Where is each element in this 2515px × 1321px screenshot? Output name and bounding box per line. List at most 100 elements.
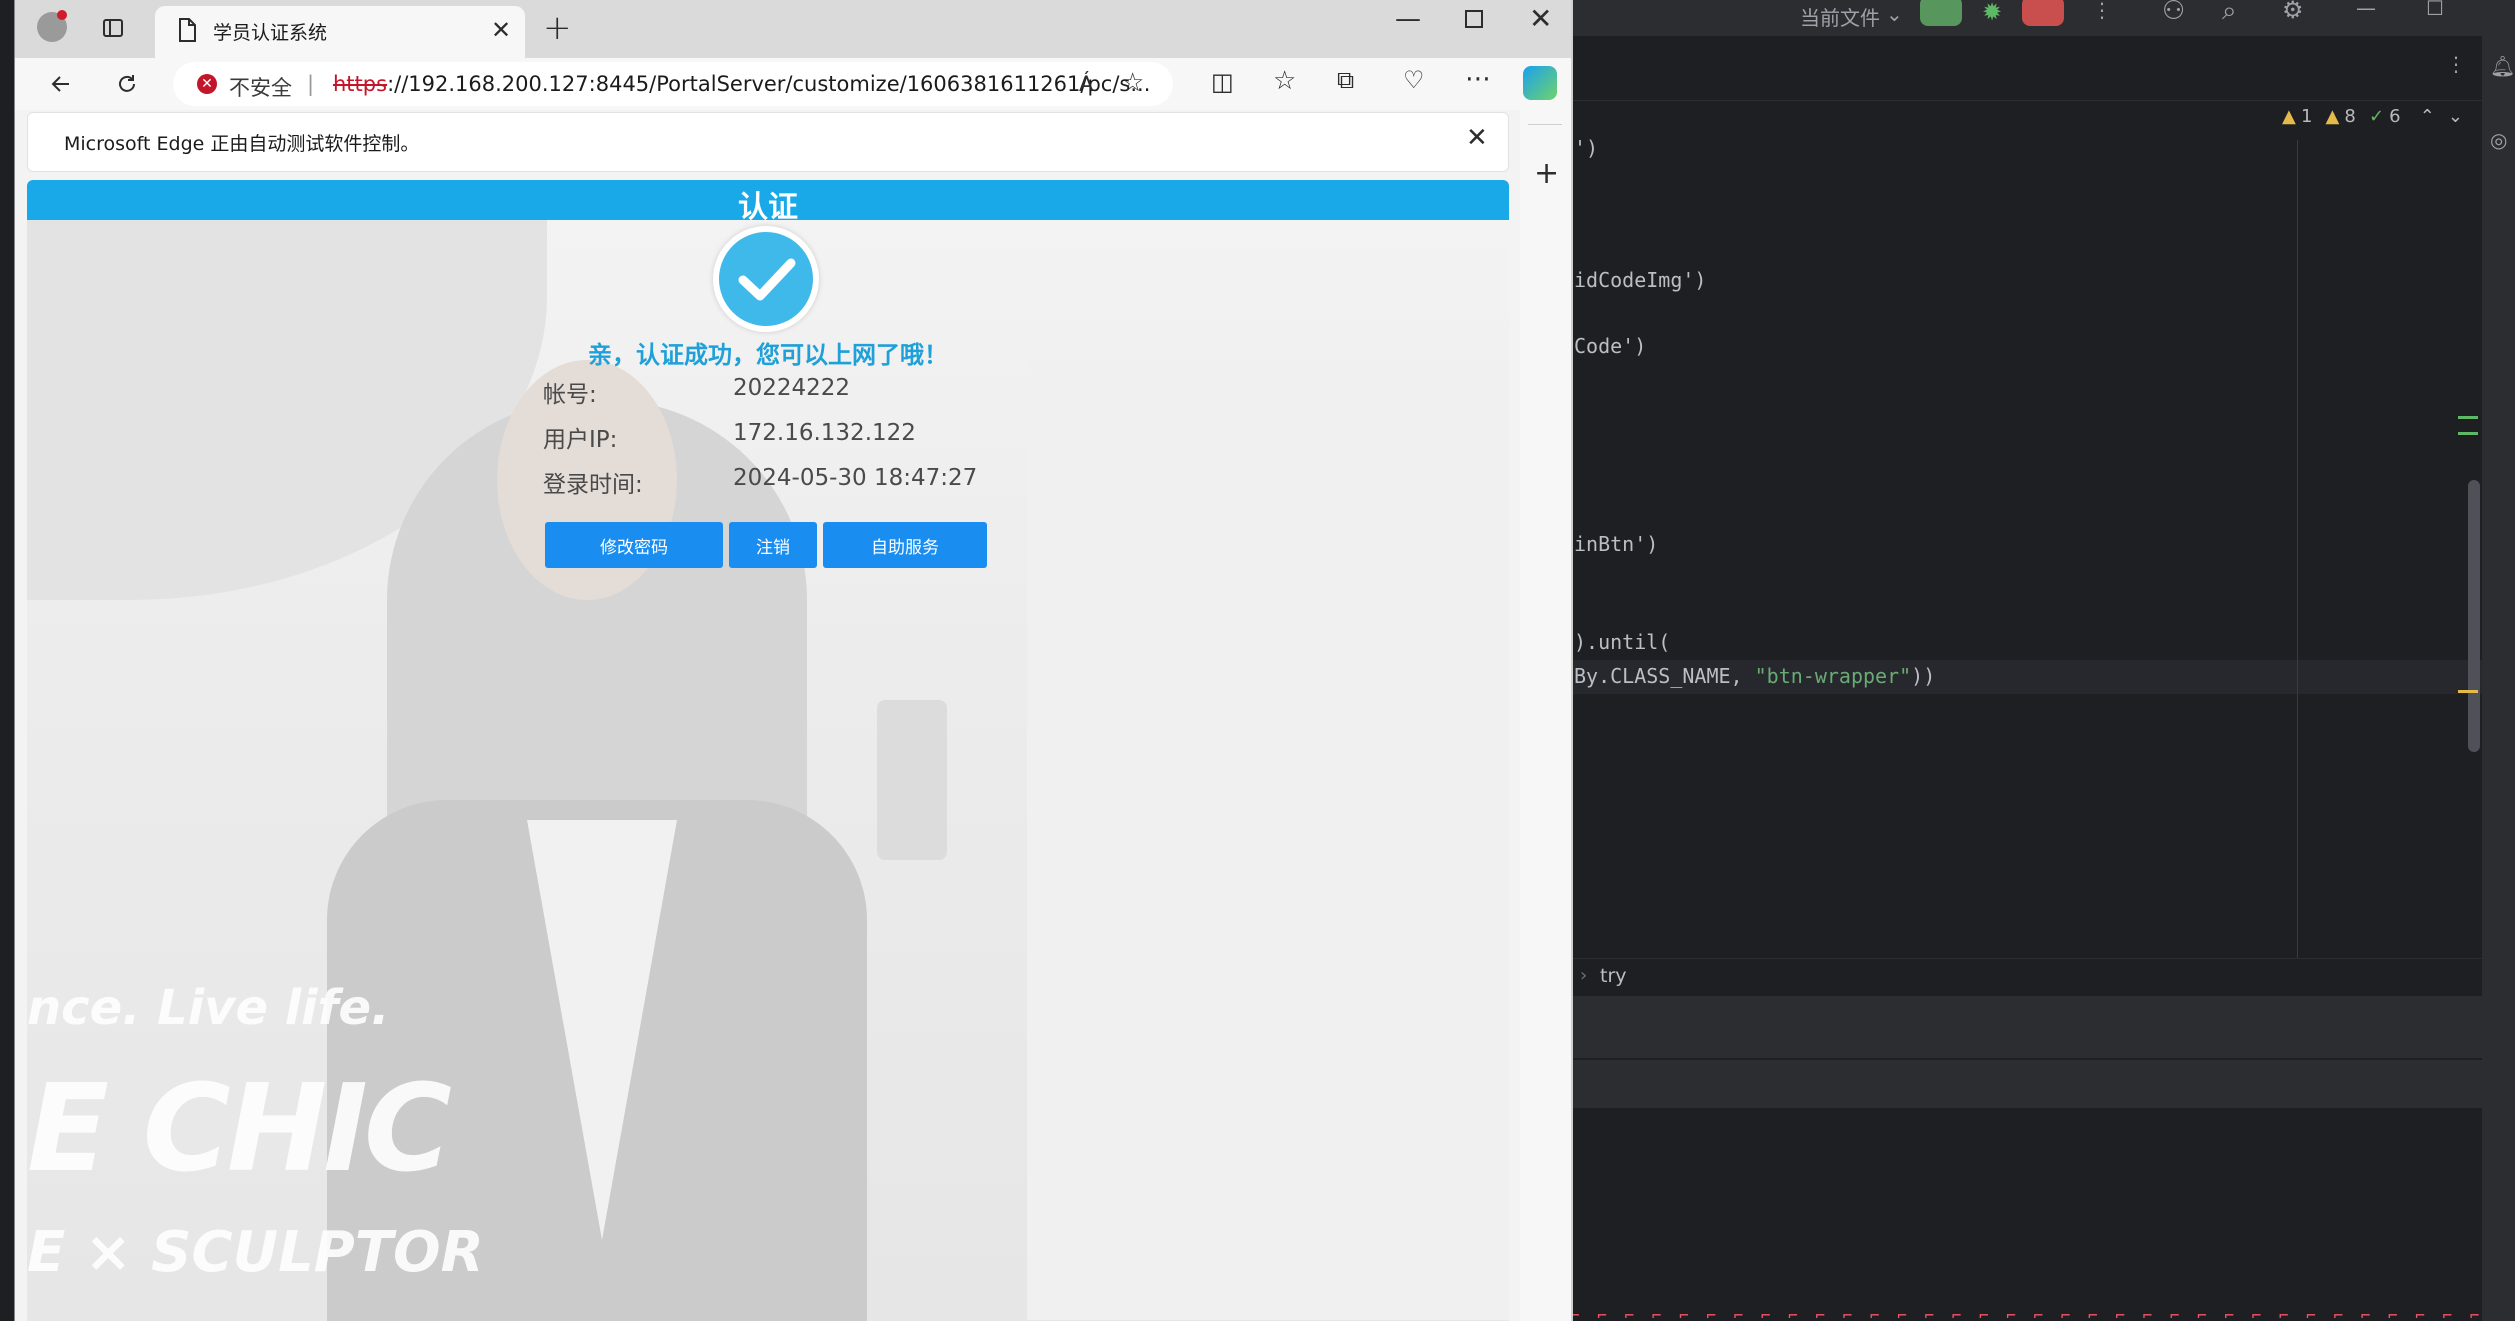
warning-icon: ▲ — [2282, 106, 2296, 127]
user-ip-label: 用户IP: — [543, 427, 618, 453]
editor-more-icon[interactable]: ⋮ — [2446, 52, 2466, 76]
success-badge — [713, 226, 819, 332]
change-marker — [2458, 432, 2478, 435]
stop-button[interactable] — [2022, 0, 2064, 26]
ide-tool-panel — [1570, 1060, 2482, 1108]
ide-window: 当前文件 ⌄ ✹ ⋮ ⚇ ⌕ ⚙ — ☐ ⋮ 🔔︎ ◎ ▲ 1 ▲ 8 ✓ 6 … — [1570, 0, 2515, 1321]
login-time-label: 登录时间: — [543, 472, 643, 498]
edge-sidebar: + — [1520, 110, 1571, 1321]
ide-right-toolstrip: 🔔︎ ◎ — [2482, 36, 2515, 1321]
copilot-icon[interactable] — [1523, 66, 1557, 100]
breadcrumb-bar: › try — [1570, 958, 2482, 995]
bg-watermark-text: nce. Live life. — [27, 980, 390, 1036]
tab-title: 学员认证系统 — [213, 22, 328, 44]
chevron-up-icon[interactable]: ⌃ — [2420, 106, 2435, 127]
portal-header: 认证 — [27, 180, 1509, 225]
code-line[interactable]: idCodeImg') — [1574, 268, 1706, 292]
bg-watermark-text: E × SCULPTOR — [27, 1220, 484, 1285]
add-sidebar-app-icon[interactable]: + — [1534, 156, 1559, 191]
notifications-icon[interactable]: 🔔︎ — [2490, 54, 2515, 78]
account-value: 20224222 — [733, 375, 851, 401]
warning-marker — [2458, 690, 2478, 693]
user-ip-value: 172.16.132.122 — [733, 420, 916, 446]
ide-current-file-selector[interactable]: 当前文件 — [1800, 2, 1880, 31]
code-line[interactable]: ).until( — [1574, 630, 1670, 654]
weak-warning-icon: ▲ — [2325, 106, 2340, 127]
favorites-icon[interactable]: ☆ — [1273, 66, 1296, 96]
chevron-down-icon[interactable]: ⌄ — [2448, 106, 2463, 127]
page-icon — [177, 18, 197, 46]
favorite-star-icon[interactable]: ☆ — [1121, 68, 1144, 98]
split-screen-icon[interactable]: ◫ — [1211, 68, 1234, 96]
close-infobar-icon[interactable]: ✕ — [1466, 123, 1488, 153]
add-user-icon[interactable]: ⚇ — [2162, 0, 2185, 26]
chevron-down-icon[interactable]: ⌄ — [1886, 2, 1903, 26]
new-tab-icon[interactable]: + — [543, 8, 572, 48]
weak-warning-count: 8 — [2344, 106, 2356, 127]
code-line[interactable]: By.CLASS_NAME, "btn-wrapper")) — [1574, 664, 1935, 688]
url-text[interactable]: https://192.168.200.127:8445/PortalServe… — [333, 72, 1150, 96]
edge-browser-window: 学员认证系统 ✕ + — ✕ ✕ 不安全 | https://192.168.2… — [14, 0, 1573, 1321]
warning-count: 1 — [2300, 106, 2313, 127]
chevron-right-icon: › — [1580, 965, 1588, 986]
debug-icon[interactable]: ✹ — [1982, 0, 2002, 26]
ok-check-icon: ✓ — [2368, 106, 2385, 127]
url-divider: | — [307, 72, 315, 96]
browser-tab-active[interactable]: 学员认证系统 ✕ — [155, 6, 525, 58]
maximize-icon[interactable]: ☐ — [2426, 0, 2444, 20]
url-path: ://192.168.200.127:8445/PortalServer/cus… — [387, 72, 1151, 96]
self-service-button[interactable]: 自助服务 — [823, 522, 987, 568]
ok-count: 6 — [2389, 106, 2401, 127]
refresh-icon[interactable] — [107, 64, 147, 104]
code-line[interactable]: Code') — [1574, 334, 1646, 358]
bg-right-panel — [1027, 360, 1509, 1320]
read-aloud-icon[interactable]: Á — [1079, 72, 1093, 96]
code-token: )) — [1911, 664, 1936, 688]
close-window-icon[interactable]: ✕ — [1529, 2, 1552, 35]
more-icon[interactable]: ⋮ — [2092, 0, 2112, 22]
breadcrumb-item[interactable]: try — [1600, 965, 1627, 987]
code-token: By.CLASS_NAME, — [1574, 664, 1755, 688]
change-marker — [2458, 416, 2478, 419]
ide-tool-panel — [1570, 996, 2482, 1058]
security-label[interactable]: 不安全 — [229, 72, 292, 102]
search-icon[interactable]: ⌕ — [2222, 0, 2237, 27]
web-page-content: 认证 nce. Live life. E CHIC E × SCULPTOR 亲… — [27, 180, 1509, 1321]
ai-assistant-icon[interactable]: ◎ — [2490, 128, 2507, 152]
url-bar[interactable]: ✕ 不安全 | https://192.168.200.127:8445/Por… — [173, 62, 1173, 106]
change-password-button[interactable]: 修改密码 — [545, 522, 723, 568]
right-margin-guide — [2297, 140, 2298, 960]
back-icon[interactable] — [41, 64, 81, 104]
maximize-icon[interactable] — [1465, 10, 1483, 28]
logout-button[interactable]: 注销 — [729, 522, 817, 568]
success-message: 亲，认证成功，您可以上网了哦！ — [588, 341, 948, 369]
not-secure-icon[interactable]: ✕ — [197, 74, 217, 94]
close-tab-icon[interactable]: ✕ — [491, 16, 511, 44]
collections-icon[interactable]: ⧉ — [1337, 66, 1354, 94]
bg-watermark-text: E CHIC — [27, 1060, 452, 1199]
minimize-icon[interactable]: — — [2356, 0, 2376, 20]
automation-infobar: Microsoft Edge 正由自动测试软件控制。 ✕ — [27, 112, 1509, 172]
settings-more-icon[interactable]: ⋯ — [1465, 64, 1491, 94]
inspection-widget[interactable]: ▲ 1 ▲ 8 ✓ 6 ⌃ ⌄ — [2282, 106, 2463, 127]
tab-actions-icon[interactable] — [93, 8, 133, 48]
sidebar-divider — [1528, 124, 1562, 125]
success-check-icon — [719, 232, 813, 326]
infobar-message: Microsoft Edge 正由自动测试软件控制。 — [64, 133, 420, 155]
error-squiggle-row: ⌐ ⌐ ⌐ ⌐ ⌐ ⌐ ⌐ ⌐ ⌐ ⌐ ⌐ ⌐ ⌐ ⌐ ⌐ ⌐ ⌐ ⌐ ⌐ ⌐ … — [1570, 1306, 2482, 1321]
code-line[interactable]: inBtn') — [1574, 532, 1658, 556]
address-toolbar: ✕ 不安全 | https://192.168.200.127:8445/Por… — [15, 58, 1571, 110]
ide-toolbar: 当前文件 ⌄ ✹ ⋮ ⚇ ⌕ ⚙ — ☐ — [1570, 0, 2515, 36]
minimize-icon[interactable]: — — [1395, 4, 1421, 34]
string-literal: "btn-wrapper" — [1754, 664, 1912, 688]
login-time-value: 2024-05-30 18:47:27 — [733, 465, 978, 491]
account-label: 帐号: — [543, 382, 597, 408]
browser-titlebar: 学员认证系统 ✕ + — ✕ — [15, 0, 1571, 58]
browser-essentials-icon[interactable]: ♡ — [1403, 66, 1425, 94]
run-button[interactable] — [1920, 0, 1962, 26]
settings-icon[interactable]: ⚙ — [2282, 0, 2304, 24]
profile-avatar[interactable] — [37, 10, 67, 42]
code-line[interactable]: ') — [1574, 136, 1598, 160]
ide-editor-tabs: ⋮ — [1570, 36, 2515, 101]
editor-scrollbar[interactable] — [2468, 480, 2480, 752]
